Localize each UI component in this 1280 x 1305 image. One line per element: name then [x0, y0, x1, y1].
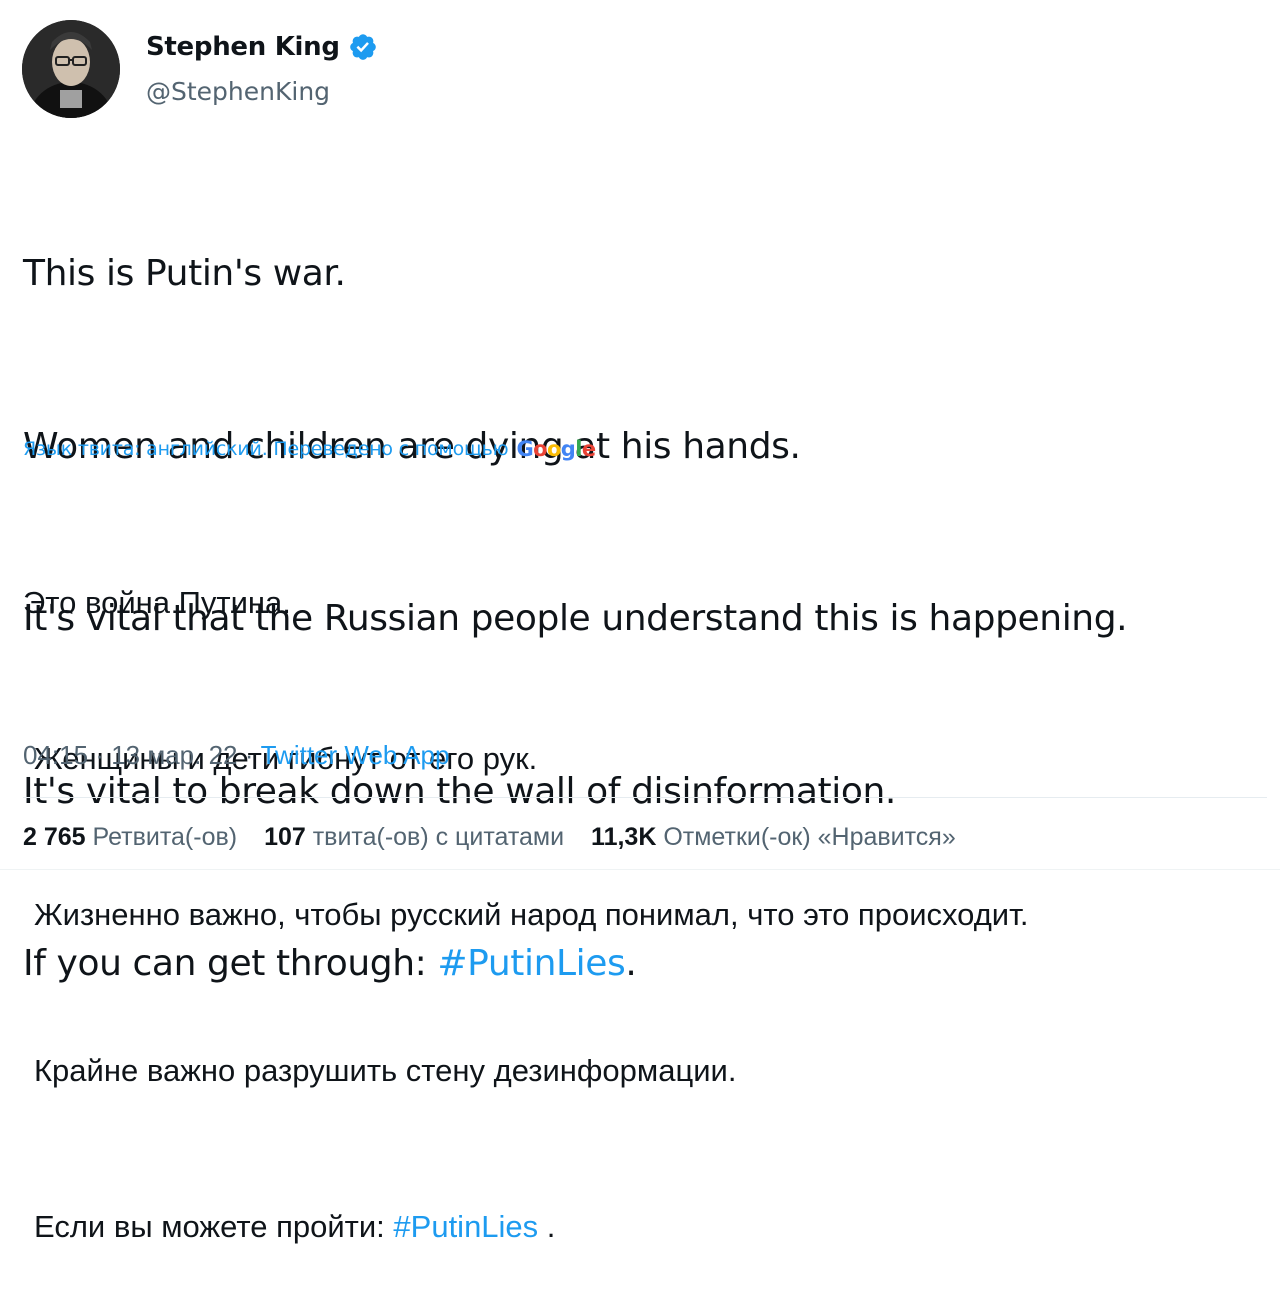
tweet-source[interactable]: Twitter Web App [261, 740, 450, 770]
tweet-time[interactable]: 04:15 [23, 740, 88, 770]
translated-text: Это война Путина. Женщины и дети гибнут … [23, 473, 1029, 1305]
author-name-row[interactable]: Stephen King [146, 30, 378, 64]
likes-label: Отметки(-ок) «Нравится» [663, 823, 956, 851]
tweet-stats: 2 765 Ретвита(-ов) 107 твита(-ов) с цита… [23, 818, 976, 856]
translated-line: Жизненно важно, чтобы русский народ пони… [34, 897, 1029, 932]
divider [23, 797, 1267, 798]
translated-line: Это война Путина. [23, 585, 291, 620]
likes-count: 11,3K [591, 823, 657, 851]
meta-separator: · [88, 740, 112, 770]
tweet-line: This is Putin's war. [23, 253, 346, 294]
quotes-label: твита(-ов) с цитатами [312, 823, 565, 851]
tweet-date[interactable]: 13 мар. 22 [111, 740, 237, 770]
retweets-stat[interactable]: 2 765 Ретвита(-ов) [23, 823, 237, 851]
translated-line-text: Если вы можете пройти: [34, 1209, 394, 1244]
likes-stat[interactable]: 11,3K Отметки(-ок) «Нравится» [591, 823, 956, 851]
author-name[interactable]: Stephen King [146, 30, 340, 64]
profile-photo-icon [22, 20, 120, 118]
google-logo: Google [516, 437, 596, 461]
verified-badge-icon [349, 34, 376, 60]
translated-line: Крайне важно разрушить стену дезинформац… [34, 1053, 737, 1088]
retweets-count: 2 765 [23, 823, 86, 851]
quotes-stat[interactable]: 107 твита(-ов) с цитатами [264, 823, 564, 851]
translated-hashtag-link[interactable]: #PutinLies [393, 1209, 538, 1244]
author-handle[interactable]: @StephenKing [146, 76, 330, 108]
quotes-count: 107 [264, 823, 306, 851]
translation-note[interactable]: Язык твита: английский. Переведено с пом… [23, 434, 596, 464]
retweets-label: Ретвита(-ов) [92, 823, 238, 851]
translation-note-text: Язык твита: английский. Переведено с пом… [23, 438, 509, 460]
translated-line: Если вы можете пройти: #PutinLies . [23, 1201, 1029, 1253]
avatar[interactable] [22, 20, 120, 118]
translated-line-suffix: . [538, 1209, 556, 1244]
meta-separator: · [237, 740, 261, 770]
tweet-meta: 04:15 · 13 мар. 22 · Twitter Web App [23, 736, 449, 774]
